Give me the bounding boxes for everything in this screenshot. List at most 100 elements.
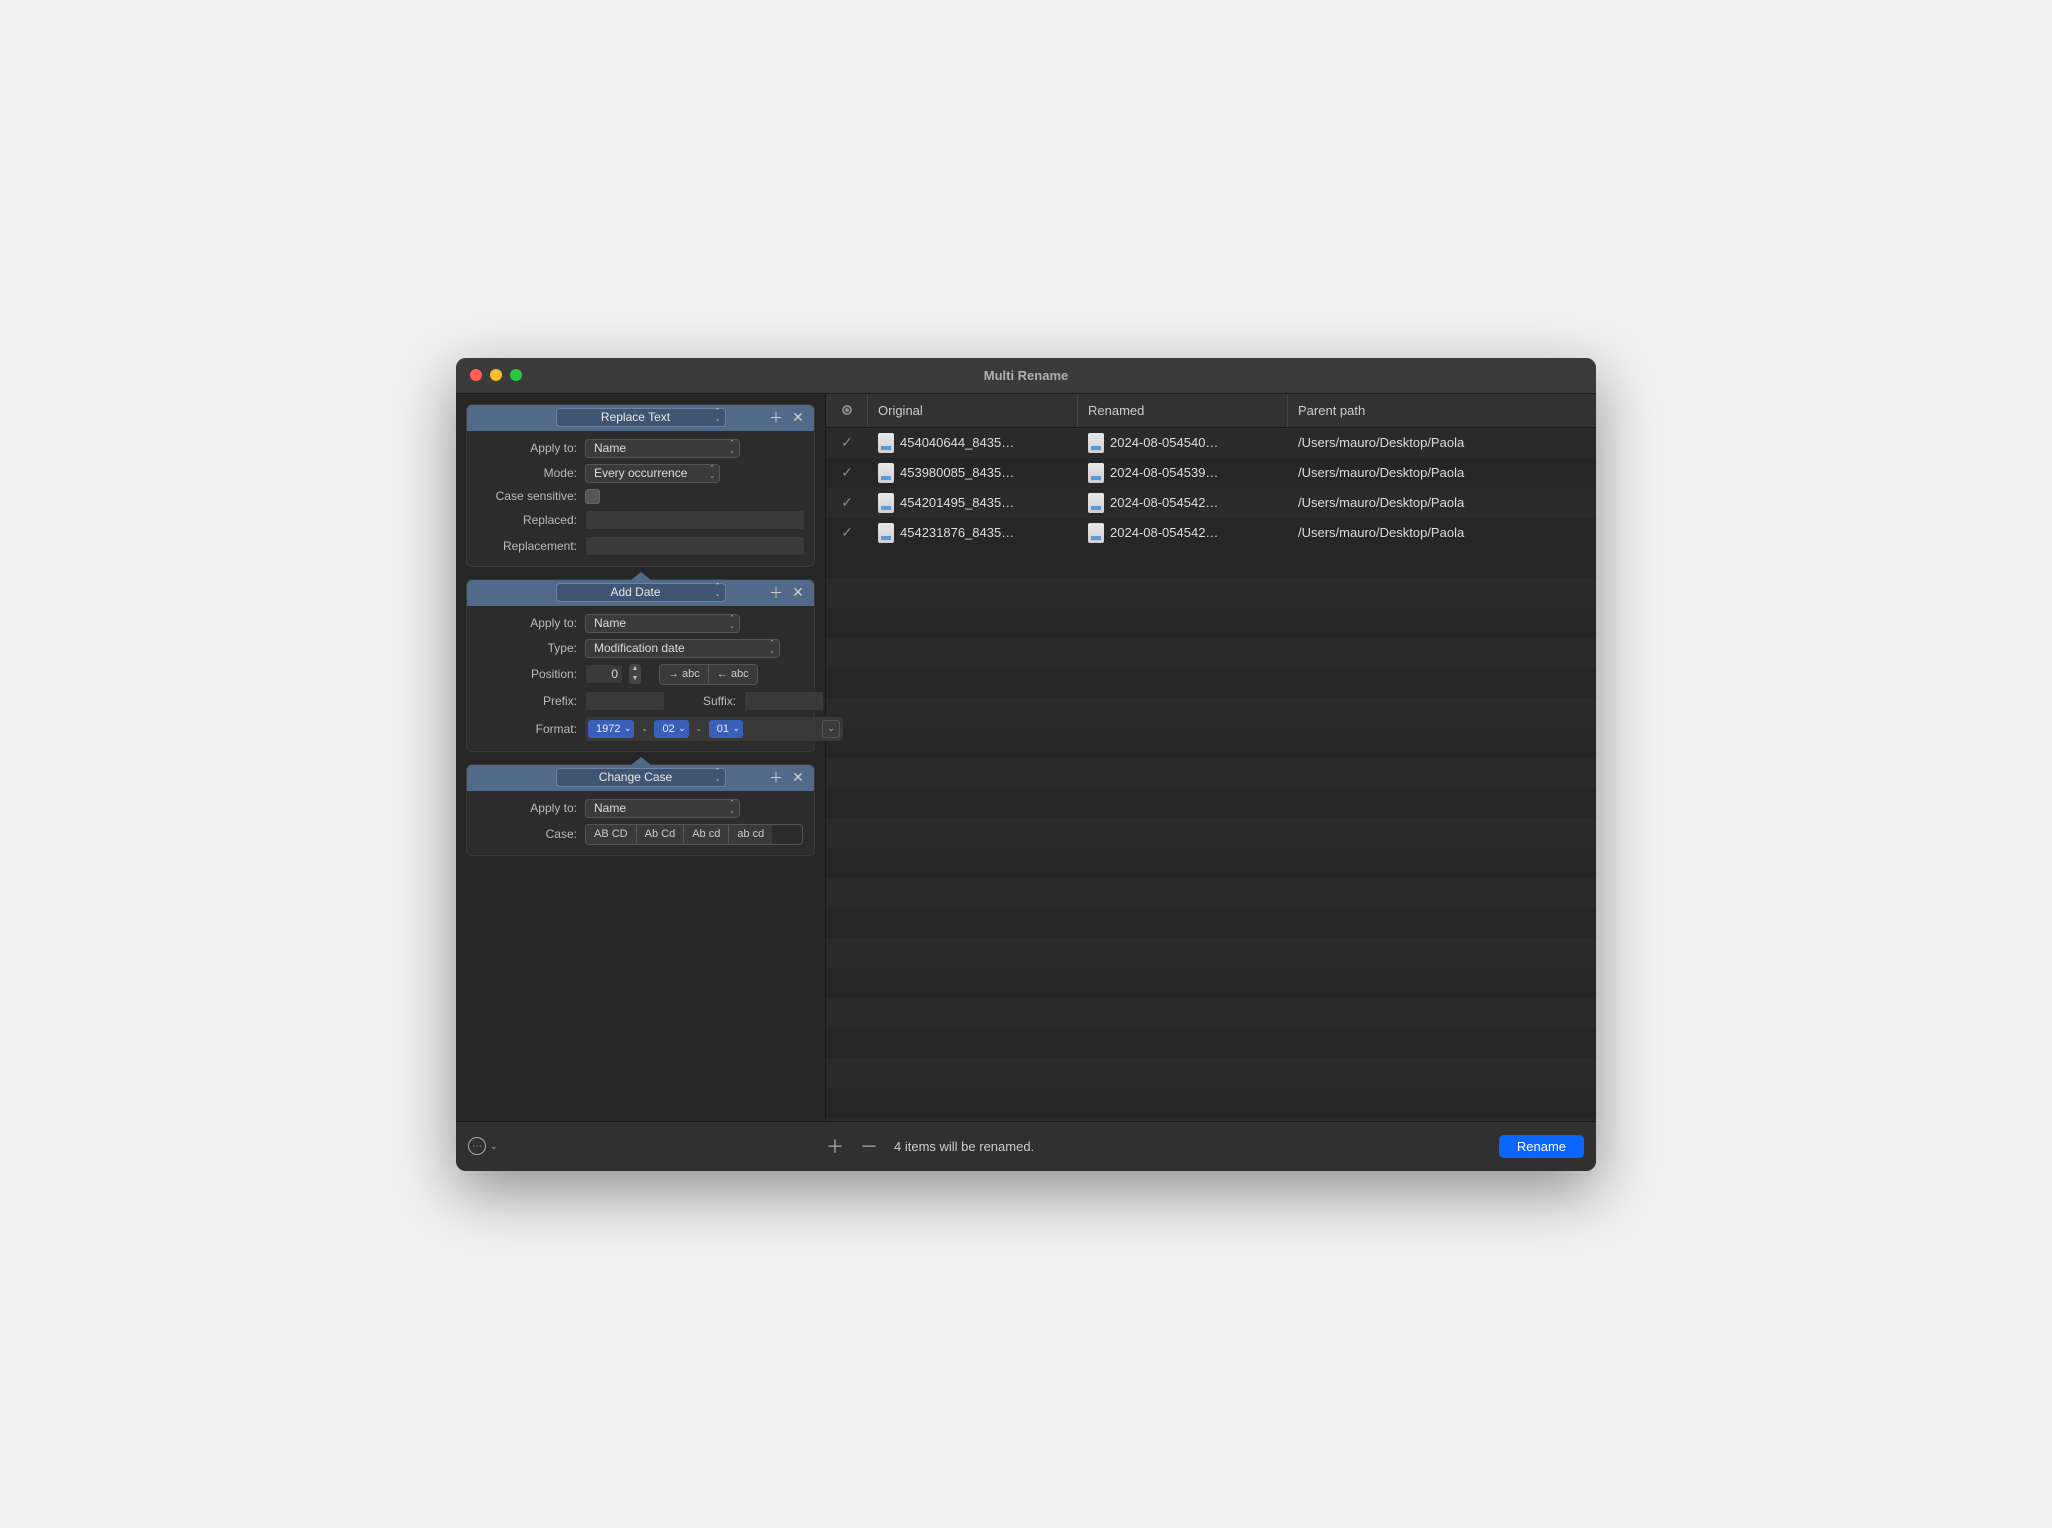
- remove-button[interactable]: －: [860, 1133, 878, 1159]
- empty-row: [826, 758, 1596, 788]
- mode-label: Mode:: [477, 466, 577, 480]
- replacement-input[interactable]: [585, 536, 805, 556]
- replaced-label: Replaced:: [477, 513, 577, 527]
- section-add-date: Add Date ＋ ✕ Apply to: Name Type: Modifi…: [466, 579, 815, 752]
- plus-icon[interactable]: ＋: [768, 770, 784, 786]
- file-icon: [878, 523, 894, 543]
- file-icon: [878, 493, 894, 513]
- file-icon: [878, 463, 894, 483]
- format-sep: -: [642, 722, 646, 736]
- case-segment[interactable]: AB CD Ab Cd Ab cd ab cd: [585, 824, 803, 845]
- empty-row: [826, 638, 1596, 668]
- empty-row: [826, 788, 1596, 818]
- section-type-select[interactable]: Replace Text: [556, 408, 726, 427]
- empty-row: [826, 728, 1596, 758]
- close-icon[interactable]: ✕: [790, 585, 806, 601]
- close-icon[interactable]: [470, 369, 482, 381]
- direction-left[interactable]: ← abc: [709, 665, 757, 684]
- format-year-select[interactable]: 1972: [588, 720, 634, 738]
- direction-right[interactable]: → abc: [660, 665, 709, 684]
- zoom-icon[interactable]: [510, 369, 522, 381]
- checkmark-icon: ✓: [841, 524, 853, 541]
- parent-path: /Users/mauro/Desktop/Paola: [1298, 495, 1464, 510]
- case-option-sentence[interactable]: Ab cd: [684, 825, 729, 844]
- renamed-name: 2024-08-054540…: [1110, 435, 1218, 450]
- parent-path: /Users/mauro/Desktop/Paola: [1298, 465, 1464, 480]
- content: Replace Text ＋ ✕ Apply to: Name Mode: Ev…: [456, 394, 1596, 1121]
- position-label: Position:: [477, 667, 577, 681]
- mode-select[interactable]: Every occurrence: [585, 464, 720, 483]
- empty-row: [826, 1058, 1596, 1088]
- original-name: 454201495_8435…: [900, 495, 1014, 510]
- section-type-select[interactable]: Change Case: [556, 768, 726, 787]
- add-button[interactable]: ＋: [826, 1133, 844, 1159]
- column-original[interactable]: Original: [868, 394, 1078, 427]
- column-target[interactable]: [826, 394, 868, 427]
- table-row[interactable]: ✓453980085_8435…2024-08-054539…/Users/ma…: [826, 458, 1596, 488]
- more-icon[interactable]: ⋯: [468, 1137, 486, 1155]
- empty-row: [826, 998, 1596, 1028]
- case-sensitive-label: Case sensitive:: [477, 489, 577, 503]
- close-icon[interactable]: ✕: [790, 770, 806, 786]
- empty-row: [826, 668, 1596, 698]
- empty-row: [826, 878, 1596, 908]
- suffix-label: Suffix:: [703, 694, 736, 708]
- table-header: Original Renamed Parent path: [826, 394, 1596, 428]
- table-row[interactable]: ✓ 454231876_8435… 2024-08-054542… /Users/ma…: [826, 518, 1596, 548]
- section-replace-text: Replace Text ＋ ✕ Apply to: Name Mode: Ev…: [466, 404, 815, 567]
- section-change-case: Change Case ＋ ✕ Apply to: Name Case: AB …: [466, 764, 815, 856]
- apply-to-select[interactable]: Name: [585, 439, 740, 458]
- table-row[interactable]: ✓454201495_8435…2024-08-054542…/Users/ma…: [826, 488, 1596, 518]
- format-month-select[interactable]: 02: [654, 720, 688, 738]
- parent-path: /Users/mauro/Desktop/Paola: [1298, 525, 1464, 540]
- original-name: 454040644_8435…: [900, 435, 1014, 450]
- format-day-select[interactable]: 01: [709, 720, 743, 738]
- case-option-title[interactable]: Ab Cd: [637, 825, 685, 844]
- case-sensitive-checkbox[interactable]: [585, 489, 600, 504]
- case-option-upper[interactable]: AB CD: [586, 825, 637, 844]
- format-sep: -: [697, 722, 701, 736]
- original-name: 454231876_8435…: [900, 525, 1014, 540]
- type-select[interactable]: Modification date: [585, 639, 780, 658]
- position-stepper[interactable]: ▲▼: [629, 664, 641, 684]
- position-input[interactable]: [585, 664, 623, 684]
- table-row[interactable]: ✓ 454040644_8435… 2024-08-054540… /Users/ma…: [826, 428, 1596, 458]
- format-more-button[interactable]: ⌄: [822, 720, 840, 738]
- close-icon[interactable]: ✕: [790, 410, 806, 426]
- apply-to-label: Apply to:: [477, 616, 577, 630]
- minimize-icon[interactable]: [490, 369, 502, 381]
- empty-row: [826, 608, 1596, 638]
- replaced-input[interactable]: [585, 510, 805, 530]
- section-header: Replace Text ＋ ✕: [467, 405, 814, 431]
- apply-to-select[interactable]: Name: [585, 799, 740, 818]
- rename-button[interactable]: Rename: [1499, 1135, 1584, 1158]
- empty-row: [826, 938, 1596, 968]
- plus-icon[interactable]: ＋: [768, 585, 784, 601]
- file-icon: [878, 433, 894, 453]
- original-name: 453980085_8435…: [900, 465, 1014, 480]
- suffix-input[interactable]: [744, 691, 824, 711]
- column-parent-path[interactable]: Parent path: [1288, 394, 1596, 427]
- plus-icon[interactable]: ＋: [768, 410, 784, 426]
- renamed-name: 2024-08-054539…: [1110, 465, 1218, 480]
- checkmark-icon: ✓: [841, 494, 853, 511]
- case-option-lower[interactable]: ab cd: [729, 825, 772, 844]
- status-text: 4 items will be renamed.: [894, 1139, 1487, 1154]
- direction-segment[interactable]: → abc ← abc: [659, 664, 758, 685]
- checkmark-icon: ✓: [841, 434, 853, 451]
- renamed-name: 2024-08-054542…: [1110, 525, 1218, 540]
- parent-path: /Users/mauro/Desktop/Paola: [1298, 435, 1464, 450]
- section-header: Change Case ＋ ✕: [467, 765, 814, 791]
- column-renamed[interactable]: Renamed: [1078, 394, 1288, 427]
- empty-row: [826, 908, 1596, 938]
- chevron-down-icon[interactable]: ⌄: [490, 1141, 498, 1152]
- file-icon: [1088, 523, 1104, 543]
- section-type-select[interactable]: Add Date: [556, 583, 726, 602]
- prefix-input[interactable]: [585, 691, 665, 711]
- window: Multi Rename Replace Text ＋ ✕ Apply to: …: [456, 358, 1596, 1171]
- window-title: Multi Rename: [456, 368, 1596, 383]
- apply-to-label: Apply to:: [477, 801, 577, 815]
- type-label: Type:: [477, 641, 577, 655]
- apply-to-select[interactable]: Name: [585, 614, 740, 633]
- file-icon: [1088, 463, 1104, 483]
